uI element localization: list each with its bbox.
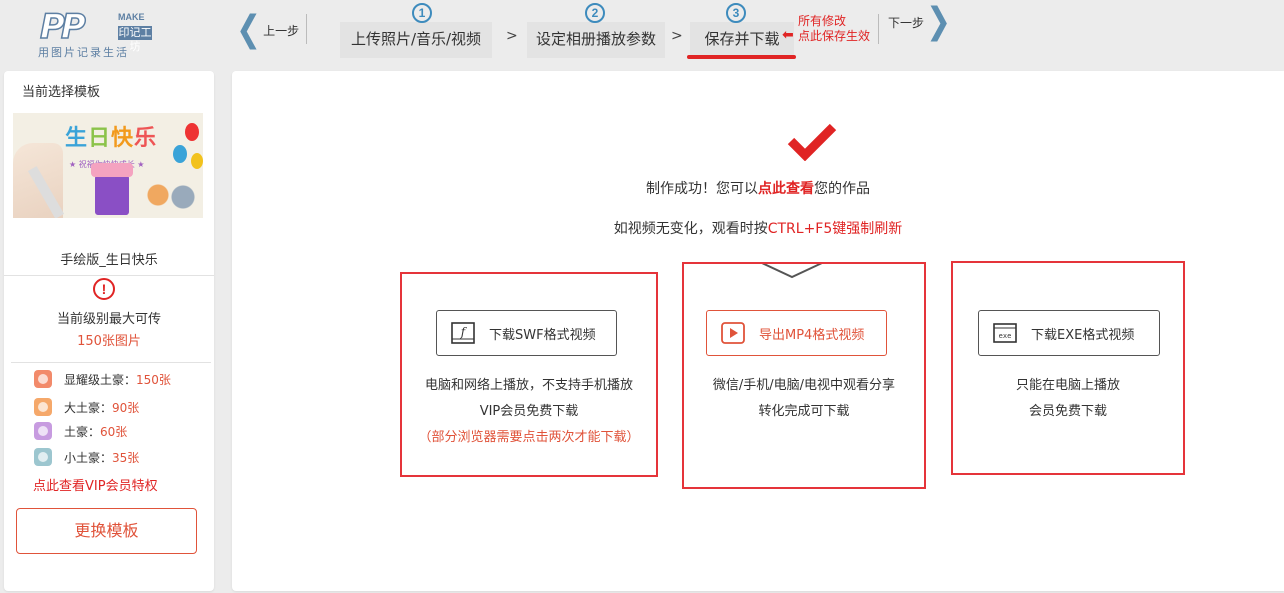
logo-pp: PP [39, 7, 86, 47]
level-count: 90张 [112, 400, 140, 415]
desc-note: （部分浏览器需要点击两次才能下载） [418, 430, 640, 445]
save-hint-line2: 点此保存生效 [798, 29, 871, 43]
level-badge-icon [34, 398, 52, 416]
save-hint-line1: 所有修改 [798, 14, 847, 28]
thumbnail-title: 生日快乐 [65, 127, 157, 151]
thumb-char: 乐 [134, 126, 158, 151]
download-swf-button[interactable]: f 下载SWF格式视频 [436, 310, 617, 356]
step-label: 设定相册播放参数 [535, 30, 656, 48]
level-name: 小土豪： [64, 450, 113, 465]
desc-line: 转化完成可下载 [758, 404, 850, 419]
step-1-upload[interactable]: 1 上传照片/音乐/视频 [340, 0, 492, 60]
desc-line: 会员免费下载 [1028, 404, 1107, 419]
view-work-link[interactable]: 点此查看 [758, 181, 814, 197]
level-item: 显耀级土豪： 150张 [34, 369, 171, 389]
step-2-settings[interactable]: 2 设定相册播放参数 [527, 0, 665, 60]
logo-make: MAKE [118, 12, 145, 22]
desc-line: 电脑和网络上播放，不支持手机播放 [424, 378, 633, 393]
step-3-save-download[interactable]: 3 保存并下载 [690, 0, 794, 60]
balloon-icon [185, 123, 199, 141]
template-sidebar: 当前选择模板 生日快乐 ★ 祝福你快快成长 ★ 手绘版_生日快乐 ! 当前级别最… [4, 71, 214, 591]
level-count: 60张 [100, 424, 128, 439]
balloon-icon [191, 153, 203, 169]
upload-limit-value: 150张图片 [77, 334, 141, 349]
chevron-right-icon: ❯ [926, 0, 952, 43]
step-number: 3 [726, 3, 746, 23]
next-step-button[interactable]: 下一步 ❯ [888, 0, 952, 43]
main-panel: 制作成功！您可以点此查看您的作品 如视频无变化，观看时按CTRL+F5键强制刷新… [232, 71, 1284, 591]
level-item: 土豪： 60张 [34, 421, 127, 441]
step-separator: > [506, 28, 518, 44]
level-name: 大土豪： [64, 400, 113, 415]
step-number: 2 [585, 3, 605, 23]
exe-icon: exe [993, 322, 1017, 344]
template-thumbnail[interactable]: 生日快乐 ★ 祝福你快快成长 ★ [13, 113, 203, 218]
animals-illustration [143, 175, 203, 217]
refresh-hint: 如视频无变化，观看时按CTRL+F5键强制刷新 [232, 218, 1284, 238]
export-mp4-button[interactable]: 导出MP4格式视频 [706, 310, 887, 356]
step-label: 保存并下载 [704, 30, 780, 48]
exe-description: 只能在电脑上播放 会员免费下载 [951, 373, 1185, 425]
step-number: 1 [412, 3, 432, 23]
swf-description: 电脑和网络上播放，不支持手机播放 VIP会员免费下载 （部分浏览器需要点击两次才… [400, 373, 658, 451]
divider [306, 14, 307, 44]
level-name: 土豪： [64, 424, 101, 439]
next-step-label: 下一步 [888, 15, 925, 30]
level-badge-icon [34, 422, 52, 440]
change-template-button[interactable]: 更换模板 [16, 508, 197, 554]
flash-icon: f [451, 322, 475, 344]
desc-line: 微信/手机/电脑/电视中观看分享 [712, 378, 896, 393]
desc-line: VIP会员免费下载 [479, 404, 579, 419]
download-exe-label: 下载EXE格式视频 [1031, 327, 1135, 343]
prev-step-button[interactable]: ❮ 上一步 [236, 8, 300, 51]
level-count: 150张 [136, 372, 171, 387]
export-mp4-label: 导出MP4格式视频 [759, 327, 865, 343]
thumb-char: 日 [88, 126, 112, 151]
step-separator: > [671, 28, 683, 44]
checkmark-icon [787, 123, 837, 161]
vip-privileges-link[interactable]: 点此查看VIP会员特权 [33, 475, 158, 494]
balloon-icon [173, 145, 187, 163]
refresh-key: CTRL+F5键强制刷新 [767, 221, 903, 237]
svg-text:exe: exe [999, 332, 1012, 340]
active-step-underline [687, 55, 796, 59]
logo-brand: 印记工坊 [118, 26, 152, 53]
logo[interactable]: PP MAKE 印记工坊 用图片记录生活 [34, 7, 154, 62]
exe-option-box [951, 261, 1185, 475]
divider [11, 362, 211, 363]
template-name: 手绘版_生日快乐 [60, 253, 158, 268]
level-count: 35张 [112, 450, 140, 465]
sidebar-heading: 当前选择模板 [22, 85, 101, 100]
play-icon [721, 322, 745, 344]
success-prefix: 制作成功！您可以 [646, 181, 758, 197]
desc-line: 只能在电脑上播放 [1015, 378, 1120, 393]
success-suffix: 您的作品 [814, 181, 870, 197]
divider [878, 14, 879, 44]
arrow-left-icon: ⬅ [782, 27, 794, 43]
thumb-char: 快 [111, 126, 135, 151]
divider [4, 275, 214, 276]
level-item: 小土豪： 35张 [34, 447, 139, 467]
download-swf-label: 下载SWF格式视频 [489, 327, 596, 343]
step-label: 上传照片/音乐/视频 [350, 30, 482, 48]
warning-icon: ! [93, 278, 115, 300]
top-bar: PP MAKE 印记工坊 用图片记录生活 ❮ 上一步 1 上传照片/音乐/视频 … [0, 0, 1284, 70]
level-item: 大土豪： 90张 [34, 397, 139, 417]
logo-slogan: 用图片记录生活 [38, 46, 129, 59]
prev-step-label: 上一步 [263, 23, 300, 38]
mp4-description: 微信/手机/电脑/电视中观看分享 转化完成可下载 [682, 373, 926, 425]
success-message: 制作成功！您可以点此查看您的作品 [232, 178, 1284, 198]
level-badge-icon [34, 448, 52, 466]
cake-illustration [91, 163, 133, 215]
download-exe-button[interactable]: exe 下载EXE格式视频 [978, 310, 1160, 356]
refresh-prefix: 如视频无变化，观看时按 [613, 221, 768, 237]
thumb-char: 生 [65, 126, 89, 151]
upload-limit-label: 当前级别最大可传 [56, 312, 161, 327]
svg-text:f: f [460, 325, 468, 339]
chevron-left-icon: ❮ [236, 8, 262, 51]
level-badge-icon [34, 370, 52, 388]
level-name: 显耀级土豪： [64, 372, 137, 387]
